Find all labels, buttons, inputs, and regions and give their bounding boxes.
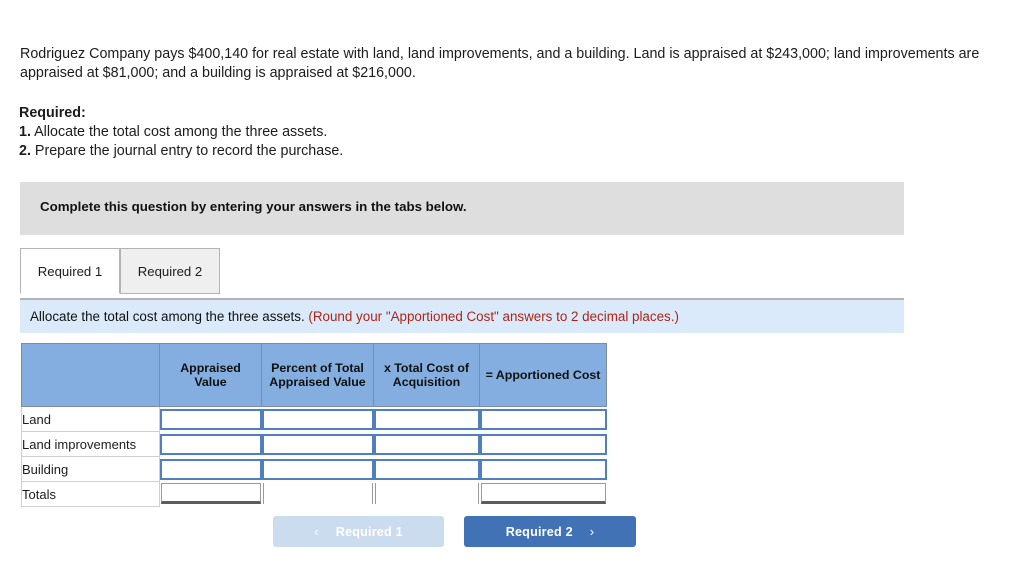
hint-bar: Allocate the total cost among the three … (20, 298, 904, 333)
next-button-label: Required 2 (505, 524, 573, 539)
cell-land-apportioned-cost[interactable] (479, 406, 607, 432)
allocation-table-head: Appraised Value Percent of Total Apprais… (21, 343, 607, 407)
hint-main-text: Allocate the total cost among the three … (30, 309, 305, 324)
input-land-improvements-percent[interactable] (261, 433, 374, 455)
input-land-improvements-total-cost[interactable] (373, 433, 480, 455)
navigation-buttons: ‹ Required 1 Required 2 › (273, 516, 673, 547)
required-item-2: 2. Prepare the journal entry to record t… (19, 142, 719, 161)
cell-land-appraised-value[interactable] (159, 406, 262, 432)
cell-land-percent[interactable] (261, 406, 374, 432)
next-required-2-button[interactable]: Required 2 › (464, 516, 636, 547)
total-total-cost (374, 482, 479, 504)
tab-required-1[interactable]: Required 1 (20, 248, 120, 294)
cell-land-total-cost[interactable] (373, 406, 480, 432)
header-cell-blank (21, 343, 160, 407)
chevron-left-icon: ‹ (314, 524, 319, 539)
hint-bar-content: Allocate the total cost among the three … (30, 309, 679, 324)
input-building-apportioned-cost[interactable] (479, 458, 607, 480)
row-label-totals: Totals (21, 481, 160, 507)
input-land-improvements-apportioned-cost[interactable] (479, 433, 607, 455)
input-land-percent[interactable] (261, 408, 374, 430)
table-row: Land (21, 406, 607, 432)
header-cell-percent-of-total: Percent of Total Appraised Value (261, 343, 374, 407)
prev-required-1-button[interactable]: ‹ Required 1 (273, 516, 444, 547)
header-row: Appraised Value Percent of Total Apprais… (21, 343, 607, 407)
table-row: Building (21, 456, 607, 482)
allocation-table-body: Land Land improvements Building Totals (21, 406, 607, 507)
instruction-banner-text: Complete this question by entering your … (40, 199, 467, 214)
header-cell-appraised-value: Appraised Value (159, 343, 262, 407)
cell-building-apportioned-cost[interactable] (479, 456, 607, 482)
table-row: Land improvements (21, 431, 607, 457)
cell-building-total-cost[interactable] (373, 456, 480, 482)
chevron-right-icon: › (589, 524, 595, 539)
tab-required-2-label: Required 2 (137, 263, 203, 279)
cell-totals-appraised-value (159, 481, 262, 507)
required-block: Required: 1. Allocate the total cost amo… (19, 104, 719, 161)
header-cell-apportioned-cost: = Apportioned Cost (479, 343, 607, 407)
cell-building-appraised-value[interactable] (159, 456, 262, 482)
input-building-total-cost[interactable] (373, 458, 480, 480)
cell-totals-total-cost (373, 481, 480, 507)
required-item-1: 1. Allocate the total cost among the thr… (19, 123, 719, 142)
tab-required-1-label: Required 1 (37, 263, 103, 279)
cell-land-improvements-total-cost[interactable] (373, 431, 480, 457)
row-label-land: Land (21, 406, 160, 432)
input-land-improvements-appraised-value[interactable] (160, 433, 262, 455)
problem-statement: Rodriguez Company pays $400,140 for real… (20, 46, 980, 81)
input-building-percent[interactable] (261, 458, 374, 480)
required-item-2-number: 2. (19, 143, 31, 159)
total-apportioned-cost (480, 482, 606, 504)
hint-note-text: (Round your "Apportioned Cost" answers t… (308, 309, 679, 324)
allocation-table: Appraised Value Percent of Total Apprais… (21, 343, 607, 507)
input-land-appraised-value[interactable] (160, 408, 262, 430)
tab-required-2[interactable]: Required 2 (120, 248, 220, 294)
required-heading: Required: (19, 105, 86, 121)
question-page: Rodriguez Company pays $400,140 for real… (0, 0, 1024, 569)
required-item-1-number: 1. (19, 124, 31, 140)
row-label-land-improvements: Land improvements (21, 431, 160, 457)
cell-totals-percent (261, 481, 374, 507)
cell-land-improvements-appraised-value[interactable] (159, 431, 262, 457)
instruction-banner: Complete this question by entering your … (20, 182, 904, 235)
input-land-total-cost[interactable] (373, 408, 480, 430)
cell-totals-apportioned-cost (479, 481, 607, 507)
required-item-1-text: Allocate the total cost among the three … (34, 124, 328, 140)
header-cell-total-cost: x Total Cost of Acquisition (373, 343, 480, 407)
total-appraised-value (161, 482, 261, 504)
required-item-2-text: Prepare the journal entry to record the … (34, 143, 344, 159)
total-percent (262, 482, 373, 504)
input-land-apportioned-cost[interactable] (479, 408, 607, 430)
cell-building-percent[interactable] (261, 456, 374, 482)
prev-button-label: Required 1 (335, 524, 403, 539)
cell-land-improvements-apportioned-cost[interactable] (479, 431, 607, 457)
input-building-appraised-value[interactable] (160, 458, 262, 480)
table-row-totals: Totals (21, 481, 607, 507)
cell-land-improvements-percent[interactable] (261, 431, 374, 457)
row-label-building: Building (21, 456, 160, 482)
